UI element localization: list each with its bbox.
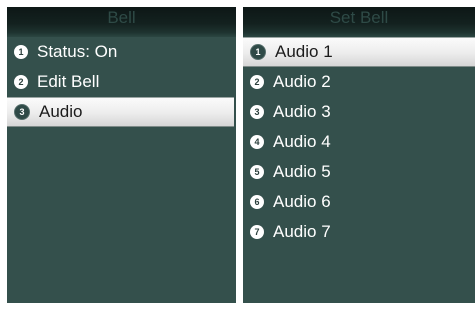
menu-item-label: Audio 6 — [273, 192, 331, 211]
menu-item-label: Audio 5 — [273, 162, 331, 181]
screen-title-bar: Set Bell — [243, 7, 475, 37]
menu-item-label: Audio — [39, 102, 83, 121]
audio-list: 1 Audio 1 2 Audio 2 3 Audio 3 4 Audio 4 … — [243, 37, 475, 247]
number-badge-icon: 3 — [250, 105, 264, 119]
bell-menu-screen: Bell 1 Status: On 2 Edit Bell 3 Audio — [7, 7, 236, 303]
menu-item-label: Audio 2 — [273, 72, 331, 91]
menu-item-audio-6[interactable]: 6 Audio 6 — [243, 187, 475, 217]
menu-item-label: Status: On — [37, 42, 118, 61]
menu-item-audio-3[interactable]: 3 Audio 3 — [243, 97, 475, 127]
menu-item-audio[interactable]: 3 Audio — [7, 97, 234, 127]
menu-item-audio-1[interactable]: 1 Audio 1 — [243, 37, 475, 67]
bell-menu-list: 1 Status: On 2 Edit Bell 3 Audio — [7, 37, 236, 127]
menu-item-label: Audio 4 — [273, 132, 331, 151]
screen-title: Bell — [107, 8, 136, 27]
screen-title-bar: Bell — [7, 7, 236, 37]
menu-item-audio-7[interactable]: 7 Audio 7 — [243, 217, 475, 247]
number-badge-icon: 2 — [14, 75, 28, 89]
number-badge-icon: 7 — [250, 225, 264, 239]
screen-title: Set Bell — [329, 8, 389, 27]
menu-item-audio-2[interactable]: 2 Audio 2 — [243, 67, 475, 97]
number-badge-icon: 6 — [250, 195, 264, 209]
set-bell-screen: Set Bell 1 Audio 1 2 Audio 2 3 Audio 3 4… — [243, 7, 475, 303]
number-badge-icon: 1 — [250, 44, 266, 60]
number-badge-icon: 5 — [250, 165, 264, 179]
menu-item-label: Edit Bell — [37, 72, 100, 91]
menu-item-label: Audio 7 — [273, 222, 331, 241]
number-badge-icon: 3 — [14, 104, 30, 120]
menu-item-label: Audio 3 — [273, 102, 331, 121]
menu-item-audio-5[interactable]: 5 Audio 5 — [243, 157, 475, 187]
number-badge-icon: 1 — [14, 45, 28, 59]
number-badge-icon: 2 — [250, 75, 264, 89]
menu-item-label: Audio 1 — [275, 42, 333, 61]
menu-item-audio-4[interactable]: 4 Audio 4 — [243, 127, 475, 157]
menu-item-edit-bell[interactable]: 2 Edit Bell — [7, 67, 236, 97]
number-badge-icon: 4 — [250, 135, 264, 149]
menu-item-status[interactable]: 1 Status: On — [7, 37, 236, 67]
